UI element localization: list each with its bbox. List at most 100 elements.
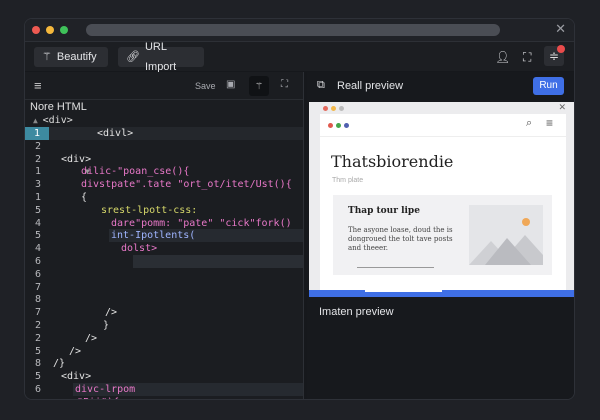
- image-placeholder-icon: [469, 205, 543, 265]
- code-line[interactable]: 5 srest-lpott-css:: [25, 204, 303, 217]
- code-text: <div>: [61, 153, 92, 165]
- close-icon[interactable]: ✕: [555, 21, 566, 37]
- code-line[interactable]: 1 ▼ dilic-"poan_cse(){: [25, 165, 303, 178]
- preview-header: ⧉ Reall preview Run: [307, 72, 574, 100]
- code-line[interactable]: 8: [25, 293, 303, 306]
- code-text: />: [105, 307, 118, 319]
- line-number: 5: [34, 230, 42, 242]
- code-line[interactable]: 2}: [25, 319, 303, 332]
- editor-toolbar: ≡ Save ▣ ⚚ ⛶: [25, 72, 303, 100]
- code-line[interactable]: 7: [25, 281, 303, 294]
- magic-wand-icon: ⚚: [42, 51, 52, 63]
- maximize-window-button[interactable]: [60, 26, 68, 34]
- link-icon: 🔗︎: [126, 51, 140, 63]
- line-number: 2: [34, 320, 42, 331]
- code-line[interactable]: 4 dare"pomm: "pate" "cick"fork(): [25, 217, 303, 230]
- code-line[interactable]: 5 <div>: [25, 370, 303, 383]
- search-icon[interactable]: ⌕: [526, 117, 532, 130]
- fullscreen-icon[interactable]: ⛶: [523, 50, 531, 65]
- app-window: ✕ ⚚ Beautify 🔗︎ URL Import 👤︎ ⛶ ≑ ≡ Save ▣…: [24, 18, 575, 400]
- line-number: 6: [34, 384, 42, 395]
- code-text: /}: [53, 358, 66, 370]
- image-preview-title: Imaten preview: [319, 306, 394, 318]
- code-line[interactable]: 2 />: [25, 332, 303, 345]
- line-number: 2: [34, 332, 42, 344]
- close-window-button[interactable]: [32, 26, 40, 34]
- line-number: 5: [34, 204, 42, 216]
- file-title: Nore HTML: [30, 101, 87, 113]
- code-line[interactable]: 8 /}: [25, 357, 303, 370]
- preview-panel: ⧉ Reall preview Run ✕ ⌕ ≡ Thatsbiorendie…: [307, 72, 574, 399]
- code-text: dolst>: [121, 243, 158, 255]
- save-button[interactable]: Save: [195, 81, 216, 91]
- code-text: {: [81, 192, 88, 203]
- line-number: 8: [34, 358, 42, 370]
- line-number: 5: [34, 371, 42, 383]
- code-line[interactable]: 1{: [25, 191, 303, 204]
- menu-icon[interactable]: ≡: [546, 116, 553, 130]
- code-line[interactable]: 3 divstpate".tate "ort_ot/itet/Ust(){: [25, 178, 303, 191]
- preview-heading: Thatsbiorendie: [331, 152, 454, 171]
- scan-icon[interactable]: ⛶: [281, 79, 288, 90]
- preview-title: Reall preview: [337, 80, 404, 92]
- code-text: <divl>: [97, 128, 134, 139]
- code-line[interactable]: 6: [25, 255, 303, 268]
- code-text: srest-lpott-css:: [101, 204, 198, 216]
- code-text: divstpate".tate "ort_ot/itet/Ust(){: [81, 179, 292, 191]
- preview-icon: ⧉: [317, 79, 325, 91]
- line-number: 4: [34, 217, 42, 229]
- preview-icon[interactable]: ▣: [226, 79, 235, 90]
- preview-page: ⌕ ≡ Thatsbiorendie Thm plate Thap tour l…: [320, 114, 566, 290]
- preview-card: Thap tour lipe The asyone loase, doud th…: [333, 195, 552, 275]
- run-button[interactable]: Run: [533, 77, 564, 95]
- beautify-button[interactable]: ⚚ Beautify: [34, 47, 108, 67]
- code-text: "Pii"){: [77, 396, 119, 399]
- line-number: 6: [34, 256, 42, 267]
- code-line[interactable]: 1 <divl>: [25, 127, 303, 140]
- address-bar[interactable]: [86, 24, 500, 36]
- code-line[interactable]: "Pii"){: [25, 396, 303, 399]
- preview-subheading: Thm plate: [332, 177, 364, 184]
- close-icon[interactable]: ✕: [558, 102, 566, 113]
- line-number: 4: [34, 243, 42, 255]
- line-number: 5: [34, 345, 42, 357]
- code-text: divc-lrpom: [75, 384, 136, 395]
- magic-wand-icon[interactable]: ⚚: [249, 76, 269, 96]
- toolbar: ⚚ Beautify 🔗︎ URL Import 👤︎ ⛶ ≑: [25, 41, 574, 73]
- minimize-window-button[interactable]: [46, 26, 54, 34]
- code-text: dilic-"poan_cse(){: [81, 166, 190, 178]
- title-bar: ✕: [25, 19, 574, 41]
- code-line[interactable]: 2 <div>: [25, 153, 303, 166]
- line-number: 6: [34, 268, 42, 280]
- code-line[interactable]: 6: [25, 268, 303, 281]
- line-number: 3: [34, 179, 42, 191]
- code-line[interactable]: 2: [25, 140, 303, 153]
- code-line[interactable]: 6 divc-lrpom: [25, 383, 303, 396]
- code-text: }: [103, 320, 110, 331]
- code-text: <div>: [61, 371, 92, 383]
- code-line[interactable]: 5 int-Ipotlents(: [25, 229, 303, 243]
- line-number: 7: [34, 281, 42, 293]
- line-number: 7: [34, 307, 42, 319]
- code-text: />: [85, 332, 98, 344]
- code-line[interactable]: 4 dolst>: [25, 242, 303, 255]
- line-number: 1: [34, 192, 42, 203]
- line-number: 1: [34, 166, 42, 178]
- code-line[interactable]: 5 />: [25, 345, 303, 358]
- code-text: />: [69, 345, 82, 357]
- code-line[interactable]: 7 />: [25, 306, 303, 319]
- notification-badge: [557, 45, 565, 53]
- code-text: int-Ipotlents(: [111, 230, 196, 242]
- url-import-button[interactable]: 🔗︎ URL Import: [118, 41, 204, 73]
- preview-scrollbar[interactable]: [309, 290, 574, 297]
- line-number: 8: [34, 294, 42, 306]
- root-tag: ▲ <div>: [33, 115, 73, 126]
- menu-icon[interactable]: ≡: [34, 78, 42, 93]
- line-number: 2: [34, 140, 42, 152]
- line-number: 1: [25, 127, 49, 140]
- code-editor-panel: ≡ Save ▣ ⚚ ⛶ Nore HTML ▲ <div> 1 <divl> 2 2…: [25, 72, 304, 399]
- code-text: dare"pomm: "pate" "cick"fork(): [111, 217, 292, 229]
- line-number: 2: [34, 153, 42, 165]
- user-icon[interactable]: 👤︎: [495, 50, 510, 64]
- preview-frame: ✕ ⌕ ≡ Thatsbiorendie Thm plate Thap tour…: [309, 102, 574, 290]
